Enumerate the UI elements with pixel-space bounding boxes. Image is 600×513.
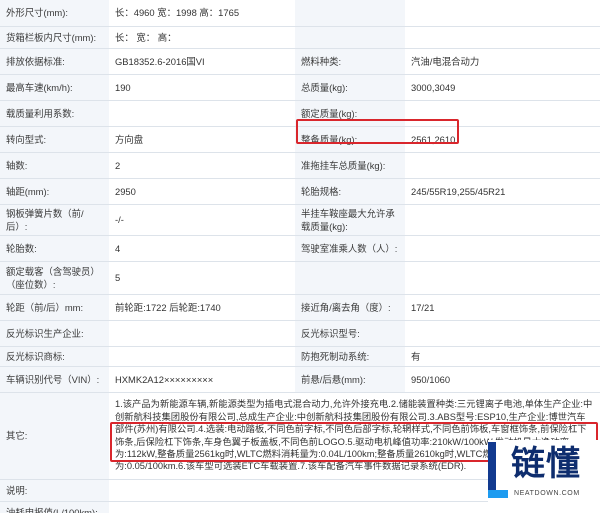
spec-label: 防抱死制动系统: [295, 346, 405, 367]
spec-label: 轮胎数: [0, 235, 109, 262]
spec-label: 货箱栏板内尺寸(mm): [0, 26, 109, 49]
table-row: 额定载客（含驾驶员）（座位数）: 5 [0, 261, 600, 295]
table-row: 排放依据标准: GB18352.6-2016国VI 燃料种类: 汽油/电混合动力 [0, 48, 600, 75]
spec-value [109, 100, 295, 127]
spec-value: 汽油/电混合动力 [405, 48, 600, 75]
spec-label: 半挂车鞍座最大允许承载质量(kg): [295, 204, 405, 236]
spec-value [405, 204, 600, 236]
spec-label: 说明: [0, 479, 109, 502]
spec-label: 轴数: [0, 152, 109, 179]
table-row: 载质量利用系数: 额定质量(kg): [0, 100, 600, 127]
spec-value: 2 [109, 152, 295, 179]
spec-value: 长：4960 宽：1998 高：1765 [109, 0, 295, 27]
other-label: 其它: [0, 392, 109, 480]
spec-label: 钢板弹簧片数（前/后）: [0, 204, 109, 236]
spec-value: 5 [109, 261, 295, 295]
spec-label: 排放依据标准: [0, 48, 109, 75]
watermark-logo: 链懂 NEATDOWN.COM [488, 440, 600, 513]
spec-value: 2950 [109, 178, 295, 205]
spec-value: 950/1060 [405, 366, 600, 393]
spec-label: 载质量利用系数: [0, 100, 109, 127]
spec-label [295, 26, 405, 49]
spec-label: 外形尺寸(mm): [0, 0, 109, 27]
spec-value: 长： 宽： 高： [109, 26, 295, 49]
spec-value: 245/55R19,255/45R21 [405, 178, 600, 205]
table-row: 最高车速(km/h): 190 总质量(kg): 3000,3049 [0, 74, 600, 101]
spec-value: HXMK2A12××××××××× [109, 366, 295, 393]
spec-label: 反光标识商标: [0, 346, 109, 367]
spec-label: 总质量(kg): [295, 74, 405, 101]
spec-value: 3000,3049 [405, 74, 600, 101]
table-row: 货箱栏板内尺寸(mm): 长： 宽： 高： [0, 26, 600, 49]
spec-value: 17/21 [405, 294, 600, 321]
table-row: 车辆识别代号（VIN）: HXMK2A12××××××××× 前悬/后悬(mm): 9… [0, 366, 600, 393]
spec-value: GB18352.6-2016国VI [109, 48, 295, 75]
spec-label: 轮距（前/后）mm: [0, 294, 109, 321]
spec-label: 轮胎规格: [295, 178, 405, 205]
spec-value: 前轮距:1722 后轮距:1740 [109, 294, 295, 321]
spec-label: 接近角/离去角（度）: [295, 294, 405, 321]
spec-label: 反光标识生产企业: [0, 320, 109, 347]
spec-label: 驾驶室准乘人数（人）: [295, 235, 405, 262]
spec-value [109, 320, 295, 347]
spec-label: 轴距(mm): [0, 178, 109, 205]
spec-value: -/- [109, 204, 295, 236]
spec-label: 整备质量(kg): [295, 126, 405, 153]
spec-label: 准拖挂车总质量(kg): [295, 152, 405, 179]
spec-label: 最高车速(km/h): [0, 74, 109, 101]
spec-label: 转向型式: [0, 126, 109, 153]
spec-label [295, 261, 405, 295]
table-row: 转向型式: 方向盘 整备质量(kg): 2561,2610 [0, 126, 600, 153]
spec-value: 4 [109, 235, 295, 262]
spec-label: 车辆识别代号（VIN）: [0, 366, 109, 393]
table-row: 轮胎数: 4 驾驶室准乘人数（人）: [0, 235, 600, 262]
spec-value [109, 346, 295, 367]
logo-l-icon [488, 442, 508, 498]
spec-value [405, 320, 600, 347]
spec-value [405, 100, 600, 127]
spec-value [405, 152, 600, 179]
spec-label: 额定载客（含驾驶员）（座位数）: [0, 261, 109, 295]
table-row: 反光标识生产企业: 反光标识型号: [0, 320, 600, 347]
spec-value [405, 26, 600, 49]
logo-domain: NEATDOWN.COM [514, 490, 580, 497]
spec-value: 2561,2610 [405, 126, 600, 153]
logo-name: 链懂 [511, 444, 581, 484]
spec-label: 反光标识型号: [295, 320, 405, 347]
spec-table: 外形尺寸(mm): 长：4960 宽：1998 高：1765 货箱栏板内尺寸(mm)… [0, 0, 600, 513]
spec-label: 额定质量(kg): [295, 100, 405, 127]
spec-value: 190 [109, 74, 295, 101]
spec-value: 有 [405, 346, 600, 367]
table-row: 轴距(mm): 2950 轮胎规格: 245/55R19,255/45R21 [0, 178, 600, 205]
spec-label: 油耗申报值(L/100km): [0, 501, 109, 513]
table-row: 反光标识商标: 防抱死制动系统: 有 [0, 346, 600, 367]
spec-label: 燃料种类: [295, 48, 405, 75]
table-row: 轮距（前/后）mm: 前轮距:1722 后轮距:1740 接近角/离去角（度）: 17… [0, 294, 600, 321]
spec-label: 前悬/后悬(mm): [295, 366, 405, 393]
table-row: 钢板弹簧片数（前/后）: -/- 半挂车鞍座最大允许承载质量(kg): [0, 204, 600, 236]
spec-value [405, 261, 600, 295]
spec-value: 方向盘 [109, 126, 295, 153]
spec-value [405, 235, 600, 262]
spec-value [405, 0, 600, 27]
table-row: 外形尺寸(mm): 长：4960 宽：1998 高：1765 [0, 0, 600, 27]
spec-label [295, 0, 405, 27]
table-row: 轴数: 2 准拖挂车总质量(kg): [0, 152, 600, 179]
